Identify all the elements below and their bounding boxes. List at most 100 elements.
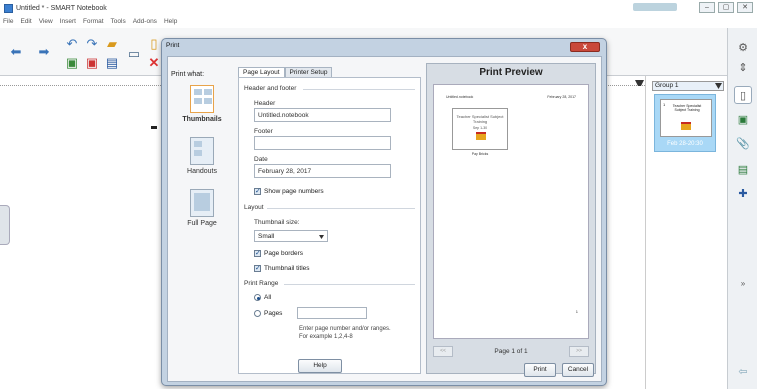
pages-hint-line2: For example 1,2,4-8 [299, 334, 353, 340]
menu-edit[interactable]: Edit [20, 18, 31, 25]
properties-tab-icon[interactable]: ▤ [734, 160, 752, 178]
dialog-close-button[interactable]: x [570, 42, 600, 52]
page-borders-label: Page borders [264, 250, 304, 257]
group-select[interactable]: Group 1 [652, 81, 724, 91]
print-what-label: Print what: [171, 71, 205, 78]
chevron-down-icon [319, 235, 324, 239]
tab-page-layout[interactable]: Page Layout [238, 67, 285, 77]
print-full-page-option[interactable]: Full Page [172, 189, 232, 227]
thumbnails-label: Thumbnails [182, 116, 222, 123]
print-preview-title: Print Preview [479, 67, 543, 78]
undo-icon[interactable]: ↶ [64, 36, 80, 52]
maximize-button[interactable]: ▢ [718, 2, 734, 13]
screen-shade-icon[interactable]: ▭ [126, 46, 142, 62]
side-tab-bar: ⚙ ⇕ ▯ ▣ 📎 ▤ ✚ » ⇦ [727, 28, 757, 389]
preview-page-number: 1 [575, 309, 578, 314]
tab-printer-setup[interactable]: Printer Setup [284, 67, 333, 77]
date-label: Date [254, 156, 268, 163]
print-handouts-option[interactable]: Handouts [172, 137, 232, 175]
paste-icon[interactable]: ▯ [146, 36, 162, 52]
chevron-down-icon [715, 83, 722, 89]
side-panel-handle[interactable] [0, 205, 10, 245]
thumbnails-icon [190, 85, 214, 113]
header-footer-section: Header and footer [244, 85, 297, 92]
move-sidebar-icon[interactable]: ⇕ [734, 58, 752, 76]
preview-next-button[interactable]: >> [569, 346, 589, 357]
menu-help[interactable]: Help [164, 18, 177, 25]
header-input[interactable]: Untitled.notebook [254, 108, 391, 122]
menu-insert[interactable]: Insert [60, 18, 76, 25]
menu-tools[interactable]: Tools [111, 18, 126, 25]
checkbox-box [254, 264, 261, 272]
layout-section: Layout [244, 204, 264, 211]
thumbnail-image [681, 122, 691, 130]
radio-dot [254, 310, 261, 317]
account-indicator[interactable] [633, 3, 677, 11]
window-controls: – ▢ ✕ [699, 2, 753, 13]
preview-thumb-date: Sep 1-30 [472, 126, 488, 130]
menu-format[interactable]: Format [83, 18, 104, 25]
expand-panel-icon[interactable]: » [734, 274, 752, 292]
menu-view[interactable]: View [39, 18, 53, 25]
preview-caption: Pay Bricks [471, 152, 489, 156]
range-pages-radio[interactable]: Pages [254, 310, 282, 317]
checkbox-box [254, 187, 261, 195]
section-divider [284, 284, 415, 285]
group-select-value: Group 1 [655, 82, 679, 89]
pages-input[interactable] [297, 307, 367, 319]
full-page-icon [190, 189, 214, 217]
open-file-icon[interactable]: ▰ [104, 36, 120, 52]
menu-bar: File Edit View Insert Format Tools Add-o… [0, 16, 757, 27]
preview-prev-button[interactable]: << [433, 346, 453, 357]
page-thumbnail[interactable]: 1 Teacher Specialist Subject Training Fe… [654, 94, 716, 152]
thumbnail-size-label: Thumbnail size: [254, 219, 300, 226]
settings-gear-icon[interactable]: ⚙ [734, 38, 752, 56]
preview-header-left: Untitled.notebook [446, 95, 474, 99]
menu-addons[interactable]: Add-ons [133, 18, 157, 25]
print-dialog: Print x Print what: Thumbnails Handouts … [161, 38, 607, 386]
delete-icon[interactable]: ✕ [146, 55, 162, 71]
close-window-button[interactable]: ✕ [737, 2, 753, 13]
cancel-button[interactable]: Cancel [562, 363, 594, 377]
thumbnail-size-select[interactable]: Small [254, 230, 328, 242]
next-page-icon[interactable]: ➡ [36, 44, 52, 60]
smart-notebook-icon [4, 3, 13, 13]
window-titlebar: Untitled * - SMART Notebook – ▢ ✕ [0, 0, 757, 16]
radio-dot [254, 294, 261, 301]
back-arrow-icon[interactable]: ⇦ [734, 362, 752, 380]
range-all-radio[interactable]: All [254, 294, 271, 301]
page-layout-panel: Header and footer Header Untitled.notebo… [238, 77, 421, 374]
thumbnail-title: Teacher Specialist Subject Training [672, 104, 702, 112]
redo-icon[interactable]: ↷ [84, 36, 100, 52]
thumbnail-titles-checkbox[interactable]: Thumbnail titles [254, 264, 310, 272]
page-sorter-tab-icon[interactable]: ▯ [734, 86, 752, 104]
checkbox-box [254, 249, 261, 257]
canvas-object[interactable] [151, 126, 157, 129]
thumbnail-titles-label: Thumbnail titles [264, 265, 310, 272]
add-page-icon[interactable]: ▣ [64, 55, 80, 71]
minimize-button[interactable]: – [699, 2, 715, 13]
previous-page-icon[interactable]: ⬅ [8, 44, 24, 60]
attachments-tab-icon[interactable]: 📎 [734, 134, 752, 152]
preview-page: Untitled.notebook February 28, 2017 Teac… [433, 84, 589, 339]
show-page-numbers-checkbox[interactable]: Show page numbers [254, 187, 324, 195]
page-borders-checkbox[interactable]: Page borders [254, 249, 304, 257]
footer-input[interactable] [254, 136, 391, 150]
date-input[interactable]: February 28, 2017 [254, 164, 391, 178]
thumbnail-size-value: Small [258, 233, 275, 240]
gallery-tab-icon[interactable]: ▣ [734, 110, 752, 128]
footer-label: Footer [254, 128, 273, 135]
print-thumbnails-option[interactable]: Thumbnails [172, 85, 232, 123]
handouts-label: Handouts [187, 168, 217, 175]
thumbnail-page-preview: 1 Teacher Specialist Subject Training [660, 99, 712, 137]
save-icon[interactable]: ▤ [104, 55, 120, 71]
preview-header-right: February 28, 2017 [547, 95, 576, 99]
dialog-tabs: Page Layout Printer Setup [238, 67, 333, 77]
delete-page-icon[interactable]: ▣ [84, 55, 100, 71]
addons-tab-icon[interactable]: ✚ [734, 184, 752, 202]
menu-file[interactable]: File [3, 18, 13, 25]
full-page-label: Full Page [187, 220, 217, 227]
print-button[interactable]: Print [524, 363, 556, 377]
page-sorter-panel: Group 1 1 Teacher Specialist Subject Tra… [645, 76, 727, 389]
help-button[interactable]: Help [298, 359, 342, 373]
